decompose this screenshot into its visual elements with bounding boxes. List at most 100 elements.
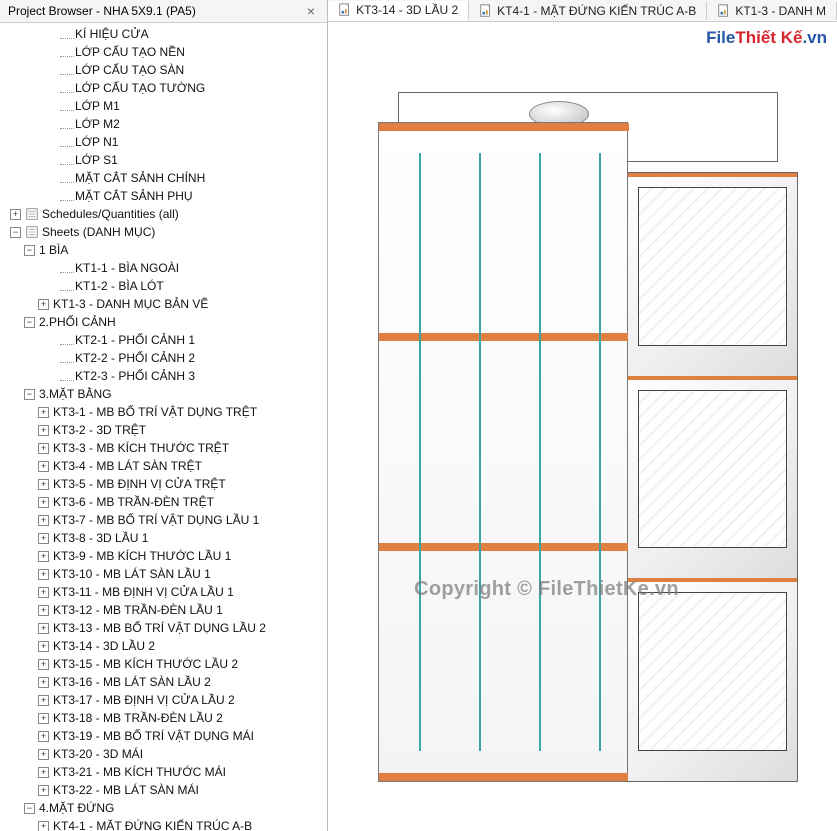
tree-item[interactable]: LỚP N1	[10, 133, 327, 151]
tree-item[interactable]: +KT3-2 - 3D TRỆT	[10, 421, 327, 439]
tree-item-label: KT2-3 - PHỐI CẢNH 3	[75, 367, 195, 385]
tree-item[interactable]: +KT3-16 - MB LÁT SÀN LẦU 2	[10, 673, 327, 691]
project-browser-tree[interactable]: KÍ HIỆU CỬALỚP CẤU TẠO NỀNLỚP CẤU TẠO SÀ…	[0, 23, 327, 831]
tree-item-label: LỚP CẤU TẠO SÀN	[75, 61, 184, 79]
expand-icon[interactable]: +	[38, 821, 49, 831]
sheet-icon	[25, 225, 39, 239]
expand-icon[interactable]: +	[38, 767, 49, 778]
tree-item[interactable]: −1 BÌA	[10, 241, 327, 259]
expand-icon[interactable]: +	[38, 299, 49, 310]
tree-item[interactable]: LỚP S1	[10, 151, 327, 169]
tree-item[interactable]: +KT3-8 - 3D LẦU 1	[10, 529, 327, 547]
expand-icon[interactable]: +	[38, 677, 49, 688]
expand-icon[interactable]: +	[38, 533, 49, 544]
expand-icon[interactable]: +	[38, 479, 49, 490]
tree-item[interactable]: +KT3-20 - 3D MÁI	[10, 745, 327, 763]
view-tab[interactable]: KT1-3 - DANH M	[707, 2, 837, 20]
tree-item[interactable]: +KT3-1 - MB BỐ TRÍ VẬT DỤNG TRỆT	[10, 403, 327, 421]
expand-icon[interactable]: +	[38, 407, 49, 418]
tree-item-label: KT3-6 - MB TRẦN-ĐÈN TRỆT	[53, 493, 214, 511]
tree-item[interactable]: +KT3-15 - MB KÍCH THƯỚC LẦU 2	[10, 655, 327, 673]
tree-item[interactable]: + KT3-3 - MB KÍCH THƯỚC TRỆT	[10, 439, 327, 457]
tree-item[interactable]: +KT3-5 - MB ĐỊNH VỊ CỬA TRỆT	[10, 475, 327, 493]
tree-item[interactable]: +KT3-11 - MB ĐỊNH VỊ CỬA LẦU 1	[10, 583, 327, 601]
tree-item[interactable]: KT2-1 - PHỐI CẢNH 1	[10, 331, 327, 349]
tree-item[interactable]: +KT3-9 - MB KÍCH THƯỚC LẦU 1	[10, 547, 327, 565]
project-browser-title: Project Browser - NHA 5X9.1 (PA5)	[8, 4, 196, 18]
tree-item[interactable]: LỚP M2	[10, 115, 327, 133]
tree-item-label: 1 BÌA	[39, 241, 68, 259]
expand-icon[interactable]: +	[10, 209, 21, 220]
expand-icon[interactable]: +	[38, 695, 49, 706]
tree-item[interactable]: +KT3-10 - MB LÁT SÀN LẦU 1	[10, 565, 327, 583]
model-viewport[interactable]: FileThiết Kế.vn	[328, 22, 837, 831]
expand-icon[interactable]: +	[38, 713, 49, 724]
tree-item[interactable]: −4.MẶT ĐỨNG	[10, 799, 327, 817]
tree-item[interactable]: MẶT CẮT SẢNH CHÍNH	[10, 169, 327, 187]
building-3d-render	[378, 92, 798, 812]
expand-icon[interactable]: +	[38, 497, 49, 508]
tree-item[interactable]: −3.MẶT BẰNG	[10, 385, 327, 403]
tree-item-label: KT3-3 - MB KÍCH THƯỚC TRỆT	[53, 439, 229, 457]
expand-icon[interactable]: +	[38, 731, 49, 742]
sheet-tab-icon	[338, 3, 352, 17]
expand-icon[interactable]: +	[38, 569, 49, 580]
expand-icon[interactable]: +	[38, 461, 49, 472]
tree-item[interactable]: + KT3-14 - 3D LẦU 2	[10, 637, 327, 655]
collapse-icon[interactable]: −	[24, 389, 35, 400]
tree-item[interactable]: MẶT CẮT SẢNH PHỤ	[10, 187, 327, 205]
tree-item[interactable]: +KT3-17 - MB ĐỊNH VỊ CỬA LẦU 2	[10, 691, 327, 709]
tree-item-label: LỚP N1	[75, 133, 118, 151]
collapse-icon[interactable]: −	[10, 227, 21, 238]
tree-item[interactable]: +Schedules/Quantities (all)	[10, 205, 327, 223]
view-area: KT3-14 - 3D LẦU 2KT4-1 - MẶT ĐỨNG KIẾN T…	[328, 0, 837, 831]
close-icon[interactable]: ×	[303, 3, 319, 19]
tree-item[interactable]: LỚP CẤU TẠO SÀN	[10, 61, 327, 79]
tree-item[interactable]: +KT3-4 - MB LÁT SÀN TRỆT	[10, 457, 327, 475]
view-tab[interactable]: KT3-14 - 3D LẦU 2	[328, 1, 469, 20]
expand-icon[interactable]: +	[38, 425, 49, 436]
tree-item[interactable]: +KT1-3 - DANH MỤC BẢN VẼ	[10, 295, 327, 313]
tree-item[interactable]: +KT3-19 - MB BỐ TRÍ VẬT DỤNG MÁI	[10, 727, 327, 745]
tree-item-label: LỚP CẤU TẠO TƯỜNG	[75, 79, 205, 97]
tree-item[interactable]: KT1-2 - BÌA LÓT	[10, 277, 327, 295]
tree-item[interactable]: −Sheets (DANH MỤC)	[10, 223, 327, 241]
tree-item[interactable]: KÍ HIỆU CỬA	[10, 25, 327, 43]
expand-icon[interactable]: +	[38, 659, 49, 670]
tree-item[interactable]: KT2-3 - PHỐI CẢNH 3	[10, 367, 327, 385]
tree-item[interactable]: +KT3-18 - MB TRẦN-ĐÈN LẦU 2	[10, 709, 327, 727]
expand-icon[interactable]: +	[38, 623, 49, 634]
collapse-icon[interactable]: −	[24, 803, 35, 814]
sheet-icon	[25, 207, 39, 221]
tree-item[interactable]: LỚP M1	[10, 97, 327, 115]
tree-item[interactable]: +KT3-13 - MB BỐ TRÍ VẬT DỤNG LẦU 2	[10, 619, 327, 637]
tree-item[interactable]: + KT3-6 - MB TRẦN-ĐÈN TRỆT	[10, 493, 327, 511]
tree-item[interactable]: + KT3-22 - MB LÁT SÀN MÁI	[10, 781, 327, 799]
tree-item[interactable]: −2.PHỐI CẢNH	[10, 313, 327, 331]
expand-icon[interactable]: +	[38, 785, 49, 796]
expand-icon[interactable]: +	[38, 443, 49, 454]
collapse-icon[interactable]: −	[24, 317, 35, 328]
tree-item-label: 4.MẶT ĐỨNG	[39, 799, 114, 817]
sheet-tab-icon	[717, 4, 731, 18]
tree-item-label: KT3-14 - 3D LẦU 2	[53, 637, 155, 655]
tree-item[interactable]: +KT3-21 - MB KÍCH THƯỚC MÁI	[10, 763, 327, 781]
expand-icon[interactable]: +	[38, 749, 49, 760]
tree-item[interactable]: +KT3-12 - MB TRẦN-ĐÈN LẦU 1	[10, 601, 327, 619]
tree-item-label: KT3-22 - MB LÁT SÀN MÁI	[53, 781, 199, 799]
expand-icon[interactable]: +	[38, 587, 49, 598]
tree-item[interactable]: LỚP CẤU TẠO NỀN	[10, 43, 327, 61]
expand-icon[interactable]: +	[38, 515, 49, 526]
collapse-icon[interactable]: −	[24, 245, 35, 256]
expand-icon[interactable]: +	[38, 641, 49, 652]
tree-item[interactable]: KT2-2 - PHỐI CẢNH 2	[10, 349, 327, 367]
view-tab[interactable]: KT4-1 - MẶT ĐỨNG KIẾN TRÚC A-B	[469, 2, 707, 20]
watermark-logo: FileThiết Kế.vn	[706, 28, 827, 48]
expand-icon[interactable]: +	[38, 551, 49, 562]
expand-icon[interactable]: +	[38, 605, 49, 616]
tree-item[interactable]: +KT4-1 - MẶT ĐỨNG KIẾN TRÚC A-B	[10, 817, 327, 831]
tree-item[interactable]: LỚP CẤU TẠO TƯỜNG	[10, 79, 327, 97]
tree-item[interactable]: +KT3-7 - MB BỐ TRÍ VẬT DỤNG LẦU 1	[10, 511, 327, 529]
tree-item[interactable]: KT1-1 - BÌA NGOÀI	[10, 259, 327, 277]
tree-item-label: KT2-2 - PHỐI CẢNH 2	[75, 349, 195, 367]
